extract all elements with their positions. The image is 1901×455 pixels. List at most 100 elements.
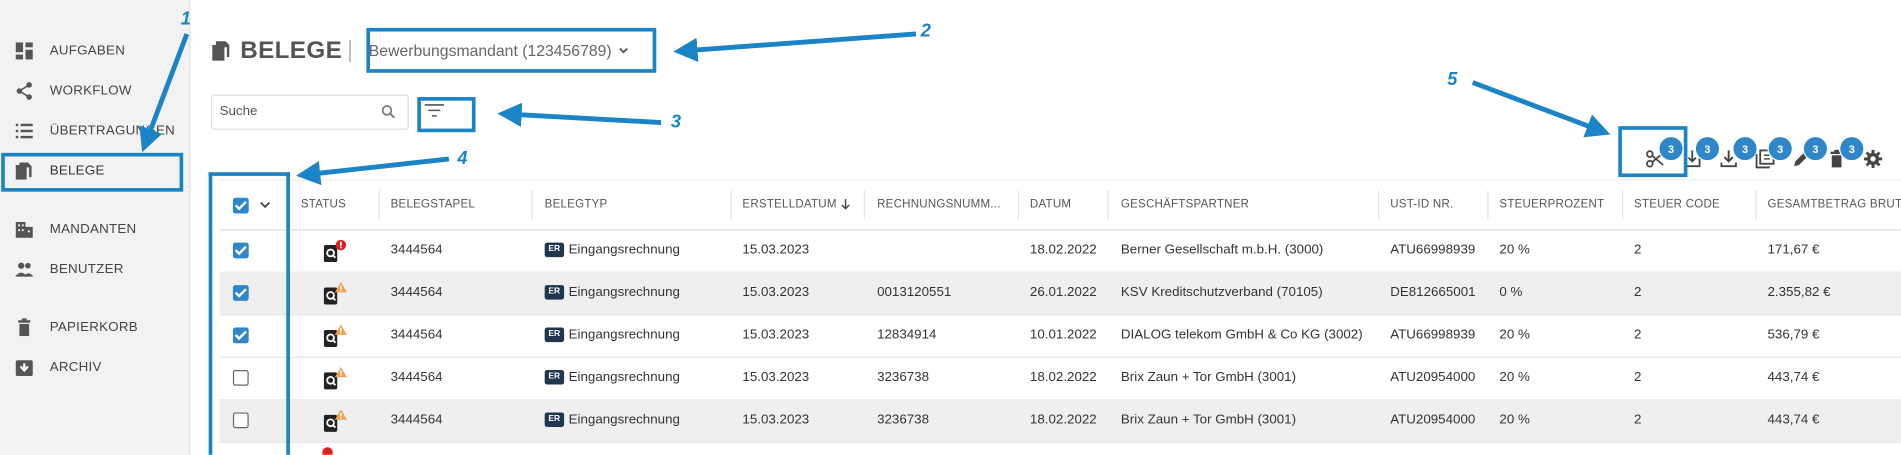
column-divider[interactable] [1107,190,1109,220]
cell-steuercode: 2 [1634,327,1642,343]
search-box [211,94,409,130]
cell-ustid: ATU66998939 [1390,242,1476,258]
cell-datum: 18.02.2022 [1029,412,1097,428]
column-divider[interactable] [863,190,865,220]
search-icon[interactable] [381,104,396,119]
table-header: STATUS BELEGSTAPEL BELEGTYP ERSTELLDATUM… [219,179,1901,231]
cell-geschaeftspartner: Brix Zaun + Tor GmbH (3001) [1120,412,1297,428]
annotation-highlight-1 [1,152,184,192]
annotation-highlight-5 [1618,126,1688,178]
cell-rechnungsnummer: 12834914 [877,327,937,343]
cell-geschaeftspartner: DIALOG telekom GmbH & Co KG (3002) [1120,327,1363,343]
users-icon [15,262,34,277]
column-header-status[interactable]: STATUS [301,181,346,230]
app-frame: AUFGABEN WORKFLOW ÜBERTRAGUNGEN BELEGE M… [0,0,1901,455]
cell-rechnungsnummer: 0013120551 [877,285,952,300]
cell-geschaeftspartner: Brix Zaun + Tor GmbH (3001) [1120,369,1297,385]
document-type-tag: ER [544,327,564,343]
cell-ustid: ATU20954000 [1390,369,1476,385]
cell-gesamtbetrag: 2.355,82 € [1767,285,1831,300]
column-divider[interactable] [1487,190,1489,220]
column-divider[interactable] [531,190,533,220]
sidebar-item-uebertragungen[interactable]: ÜBERTRAGUNGEN [0,115,189,147]
cell-gesamtbetrag: 536,79 € [1767,327,1820,343]
cell-ustid: DE812665001 [1390,285,1476,300]
column-divider[interactable] [1621,190,1624,220]
column-divider[interactable] [378,190,380,220]
table-row[interactable]: 3444564 ER Eingangsrechnung 15.03.2023 00… [219,271,1901,316]
column-header-steuerprozent[interactable]: STEUERPROZENT [1499,181,1604,230]
column-header-rechnungsnummer[interactable]: RECHNUNGSNUMM... [877,181,1003,230]
sidebar-item-label: MANDANTEN [49,221,137,237]
settings-icon[interactable] [1863,149,1883,169]
cell-erstelldatum: 15.03.2023 [742,285,810,300]
documents-icon [212,41,230,61]
cell-erstelldatum: 15.03.2023 [742,327,810,343]
cell-steuercode: 2 [1634,285,1642,300]
column-header-belegstapel[interactable]: BELEGSTAPEL [391,181,475,230]
building-icon [15,221,33,238]
dashboard-icon [15,42,33,60]
cell-erstelldatum: 15.03.2023 [742,412,810,428]
sidebar-item-papierkorb[interactable]: PAPIERKORB [0,312,189,344]
table-row[interactable]: 3444564 ER Eingangsrechnung 15.03.2023 18… [219,229,1901,273]
column-header-belegtyp[interactable]: BELEGTYP [545,181,608,230]
column-divider[interactable] [730,190,732,220]
column-header-erstelldatum[interactable]: ERSTELLDATUM [742,181,850,230]
sidebar-item-label: ARCHIV [49,360,102,375]
cell-steuerprozent: 20 % [1499,327,1530,343]
document-search-warning-icon [323,324,347,347]
document-search-warning-icon [323,282,347,305]
sidebar-item-aufgaben[interactable]: AUFGABEN [0,35,189,67]
cell-rechnungsnummer: 3236738 [877,369,930,385]
cell-belegstapel: 3444564 [390,369,443,385]
sidebar-item-label: PAPIERKORB [49,320,138,335]
cell-belegtyp: ER Eingangsrechnung [544,272,680,314]
annotation-number-1: 1 [180,8,191,30]
column-header-steuercode[interactable]: STEUER CODE [1634,181,1720,230]
sidebar-item-benutzer[interactable]: BENUTZER [0,254,189,286]
column-divider[interactable] [1378,190,1380,220]
cell-geschaeftspartner: Berner Gesellschaft m.b.H. (3000) [1120,242,1324,258]
cell-steuerprozent: 0 % [1499,285,1523,300]
cell-erstelldatum: 15.03.2023 [742,369,810,385]
cell-datum: 10.01.2022 [1029,327,1097,343]
cell-steuercode: 2 [1634,242,1642,258]
cell-belegtyp: ER Eingangsrechnung [544,399,680,441]
sidebar-item-label: BENUTZER [49,262,124,277]
cell-belegtyp: ER Eingangsrechnung [544,314,680,356]
sidebar-item-label: AUFGABEN [49,43,126,59]
document-type-label: Eingangsrechnung [568,327,680,343]
cell-datum: 26.01.2022 [1029,285,1097,300]
cell-belegstapel: 3444564 [390,327,443,343]
cell-belegstapel: 3444564 [390,242,443,258]
status-error-partial-icon [322,447,333,455]
search-input[interactable] [212,95,379,127]
document-type-tag: ER [544,285,564,300]
column-divider[interactable] [1755,190,1757,220]
cell-steuerprozent: 20 % [1499,242,1530,258]
cell-steuercode: 2 [1634,412,1642,428]
table-row[interactable]: 3444564 ER Eingangsrechnung 15.03.2023 12… [219,314,1901,358]
column-header-geschaeftspartner[interactable]: GESCHÄFTSPARTNER [1121,181,1249,230]
cell-datum: 18.02.2022 [1029,369,1097,385]
trash-icon [18,318,31,337]
column-header-gesamtbetrag[interactable]: GESAMTBETRAG BRUT [1767,181,1900,230]
sidebar-item-mandanten[interactable]: MANDANTEN [0,214,189,246]
list-icon [15,123,33,139]
table-row[interactable]: 3444564 ER Eingangsrechnung 15.03.2023 32… [219,357,1901,401]
selection-count-badge: 3 [1694,135,1721,162]
column-divider[interactable] [1017,190,1020,220]
document-search-warning-icon [323,409,347,432]
cell-gesamtbetrag: 443,74 € [1767,412,1820,428]
cell-erstelldatum: 15.03.2023 [742,242,810,258]
column-header-datum[interactable]: DATUM [1030,181,1071,230]
cell-rechnungsnummer: 3236738 [877,412,930,428]
annotation-number-5: 5 [1447,69,1458,90]
table-row[interactable]: 3444564 ER Eingangsrechnung 15.03.2023 32… [219,399,1901,443]
column-header-ustid[interactable]: UST-ID NR. [1390,181,1453,230]
sidebar-item-workflow[interactable]: WORKFLOW [0,75,189,107]
cell-ustid: ATU66998939 [1390,327,1476,343]
document-type-tag: ER [544,370,564,385]
sidebar-item-archiv[interactable]: ARCHIV [0,352,189,384]
